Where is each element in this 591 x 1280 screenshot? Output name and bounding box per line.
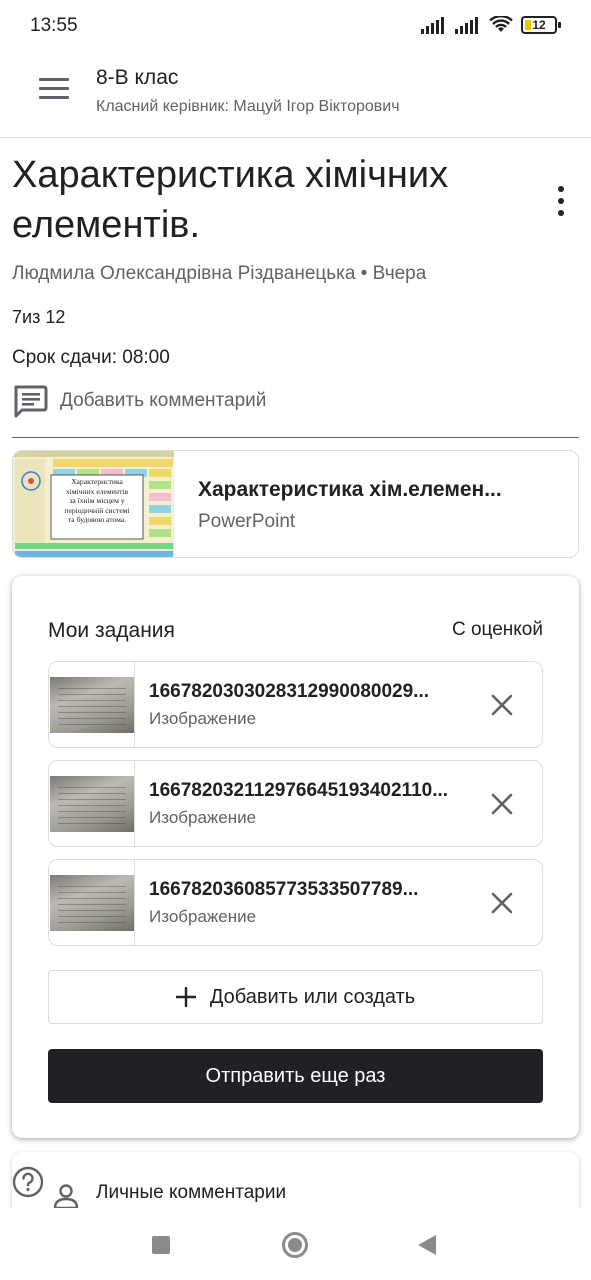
status-icons: 12 — [421, 16, 561, 34]
close-icon[interactable] — [490, 792, 514, 816]
status-time: 13:55 — [30, 15, 78, 36]
plus-icon — [175, 987, 196, 1007]
menu-icon[interactable] — [39, 78, 69, 102]
file-type: Изображение — [149, 907, 257, 926]
thumbnail-text: Характеристика хімічних елементів за їхн… — [51, 477, 143, 537]
attached-file[interactable]: 166782036085773533507789... Изображение — [48, 859, 543, 946]
material-attachment[interactable]: Характеристика хімічних елементів за їхн… — [12, 450, 579, 558]
due-date: Срок сдачи: 08:00 — [12, 347, 170, 368]
author-line: Людмила Олександрівна Різдванецька • Вче… — [12, 263, 427, 284]
attached-file[interactable]: 1667820303028312990080029... Изображение — [48, 661, 543, 748]
powerpoint-thumbnail: Характеристика хімічних елементів за їхн… — [13, 451, 174, 557]
status-bar: 13:55 12 — [0, 0, 591, 52]
material-type: PowerPoint — [198, 511, 296, 532]
material-title: Характеристика хім.елемен... — [198, 478, 502, 501]
add-or-create-button[interactable]: Добавить или создать — [48, 970, 543, 1024]
thumb-line: періодичній системі — [64, 505, 130, 515]
thumb-line: за їхнім місцем у — [69, 496, 125, 505]
assignment-title: Характеристика хімічних елементів. — [12, 154, 449, 246]
back-icon[interactable] — [418, 1235, 436, 1255]
file-name: 166782032112976645193402110... — [149, 780, 449, 801]
app-bar: 8-В клас Класний керівник: Мацуй Ігор Ві… — [0, 52, 591, 138]
system-nav-bar — [0, 1208, 591, 1280]
image-thumbnail — [49, 662, 135, 747]
add-or-create-label: Добавить или создать — [209, 985, 416, 1008]
image-thumbnail — [49, 761, 135, 846]
resubmit-button[interactable]: Отправить еще раз — [48, 1049, 543, 1103]
home-icon[interactable] — [282, 1232, 308, 1258]
file-name: 1667820303028312990080029... — [149, 681, 430, 702]
resubmit-label: Отправить еще раз — [205, 1064, 386, 1087]
thumb-line: хімічних елементів — [65, 486, 129, 496]
wifi-icon — [489, 16, 513, 32]
divider — [12, 437, 579, 438]
attached-file[interactable]: 166782032112976645193402110... Изображен… — [48, 760, 543, 847]
class-title: 8-В клас — [96, 66, 179, 89]
thumb-line: Характеристика — [71, 477, 123, 486]
recents-icon[interactable] — [152, 1236, 170, 1254]
signal-icon — [455, 17, 478, 34]
thumb-line: та будовою атома. — [67, 515, 127, 524]
my-work-title: Мои задания — [48, 619, 175, 642]
image-thumbnail — [49, 860, 135, 945]
signal-icon — [421, 17, 444, 34]
person-icon — [53, 1184, 79, 1210]
private-comments-label: Личные комментарии — [96, 1182, 287, 1203]
help-icon[interactable] — [12, 1166, 44, 1198]
more-options-icon[interactable] — [553, 186, 569, 216]
file-type: Изображение — [149, 808, 257, 827]
grade-points: 7из 12 — [12, 307, 66, 327]
battery-level: 12 — [532, 18, 546, 32]
class-teacher: Класний керівник: Мацуй Ігор Вікторович — [96, 98, 400, 115]
close-icon[interactable] — [490, 891, 514, 915]
add-class-comment-button[interactable]: Добавить комментарий — [12, 384, 332, 418]
file-type: Изображение — [149, 709, 257, 728]
add-comment-label: Добавить комментарий — [60, 390, 267, 411]
close-icon[interactable] — [490, 693, 514, 717]
work-status: С оценкой — [451, 619, 543, 640]
my-work-card: Мои задания С оценкой 166782030302831299… — [12, 576, 579, 1138]
comment-icon — [14, 385, 48, 418]
file-name: 166782036085773533507789... — [149, 879, 419, 900]
battery-icon: 12 — [521, 16, 561, 34]
